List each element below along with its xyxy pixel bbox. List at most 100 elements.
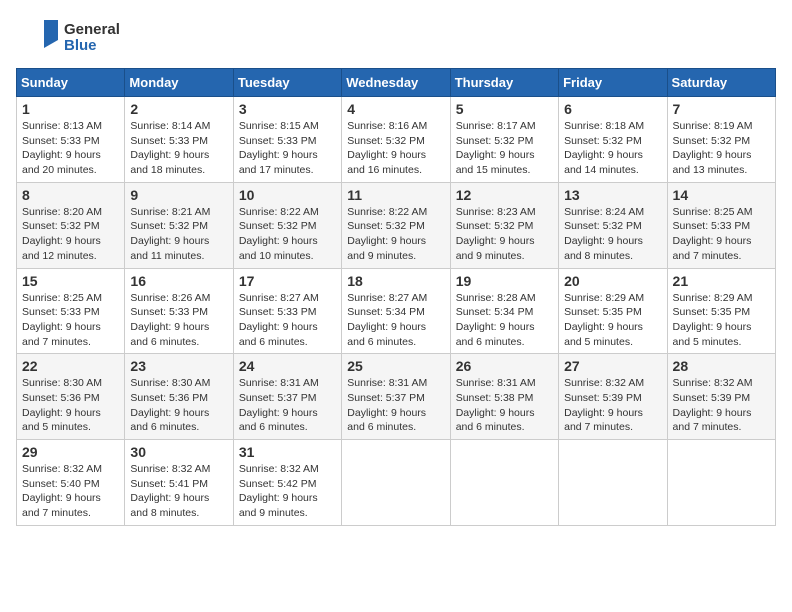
day-info: Sunrise: 8:24 AMSunset: 5:32 PMDaylight:… <box>564 205 661 264</box>
calendar-cell: 17 Sunrise: 8:27 AMSunset: 5:33 PMDayligh… <box>233 268 341 354</box>
day-info: Sunrise: 8:29 AMSunset: 5:35 PMDaylight:… <box>673 291 770 350</box>
calendar-table: SundayMondayTuesdayWednesdayThursdayFrid… <box>16 68 776 526</box>
day-info: Sunrise: 8:16 AMSunset: 5:32 PMDaylight:… <box>347 119 444 178</box>
day-number: 11 <box>347 187 444 203</box>
day-info: Sunrise: 8:19 AMSunset: 5:32 PMDaylight:… <box>673 119 770 178</box>
calendar-cell: 26 Sunrise: 8:31 AMSunset: 5:38 PMDayligh… <box>450 354 558 440</box>
calendar-cell: 3 Sunrise: 8:15 AMSunset: 5:33 PMDaylight… <box>233 97 341 183</box>
weekday-header-saturday: Saturday <box>667 69 775 97</box>
day-info: Sunrise: 8:32 AMSunset: 5:40 PMDaylight:… <box>22 462 119 521</box>
day-number: 20 <box>564 273 661 289</box>
day-info: Sunrise: 8:31 AMSunset: 5:37 PMDaylight:… <box>347 376 444 435</box>
calendar-week-4: 22 Sunrise: 8:30 AMSunset: 5:36 PMDayligh… <box>17 354 776 440</box>
day-info: Sunrise: 8:32 AMSunset: 5:39 PMDaylight:… <box>673 376 770 435</box>
weekday-header-friday: Friday <box>559 69 667 97</box>
page-header: GeneralBlue <box>16 16 776 60</box>
day-number: 27 <box>564 358 661 374</box>
day-number: 14 <box>673 187 770 203</box>
weekday-header-monday: Monday <box>125 69 233 97</box>
day-number: 31 <box>239 444 336 460</box>
day-number: 23 <box>130 358 227 374</box>
calendar-cell: 5 Sunrise: 8:17 AMSunset: 5:32 PMDaylight… <box>450 97 558 183</box>
calendar-cell: 19 Sunrise: 8:28 AMSunset: 5:34 PMDayligh… <box>450 268 558 354</box>
day-number: 7 <box>673 101 770 117</box>
day-info: Sunrise: 8:31 AMSunset: 5:38 PMDaylight:… <box>456 376 553 435</box>
calendar-cell: 20 Sunrise: 8:29 AMSunset: 5:35 PMDayligh… <box>559 268 667 354</box>
calendar-week-1: 1 Sunrise: 8:13 AMSunset: 5:33 PMDaylight… <box>17 97 776 183</box>
day-number: 3 <box>239 101 336 117</box>
calendar-cell <box>450 440 558 526</box>
day-number: 22 <box>22 358 119 374</box>
calendar-cell: 22 Sunrise: 8:30 AMSunset: 5:36 PMDayligh… <box>17 354 125 440</box>
day-number: 1 <box>22 101 119 117</box>
weekday-header-thursday: Thursday <box>450 69 558 97</box>
day-info: Sunrise: 8:25 AMSunset: 5:33 PMDaylight:… <box>673 205 770 264</box>
calendar-cell: 12Sunrise: 8:23 AMSunset: 5:32 PMDayligh… <box>450 182 558 268</box>
day-info: Sunrise: 8:27 AMSunset: 5:33 PMDaylight:… <box>239 291 336 350</box>
day-info: Sunrise: 8:13 AMSunset: 5:33 PMDaylight:… <box>22 119 119 178</box>
calendar-cell: 23 Sunrise: 8:30 AMSunset: 5:36 PMDayligh… <box>125 354 233 440</box>
calendar-cell: 2 Sunrise: 8:14 AMSunset: 5:33 PMDaylight… <box>125 97 233 183</box>
calendar-cell <box>667 440 775 526</box>
calendar-cell: 8Sunrise: 8:20 AMSunset: 5:32 PMDaylight… <box>17 182 125 268</box>
day-number: 10 <box>239 187 336 203</box>
day-info: Sunrise: 8:25 AMSunset: 5:33 PMDaylight:… <box>22 291 119 350</box>
day-number: 5 <box>456 101 553 117</box>
day-info: Sunrise: 8:31 AMSunset: 5:37 PMDaylight:… <box>239 376 336 435</box>
calendar-cell: 4 Sunrise: 8:16 AMSunset: 5:32 PMDaylight… <box>342 97 450 183</box>
calendar-cell: 25Sunrise: 8:31 AMSunset: 5:37 PMDayligh… <box>342 354 450 440</box>
day-number: 26 <box>456 358 553 374</box>
calendar-cell: 13 Sunrise: 8:24 AMSunset: 5:32 PMDayligh… <box>559 182 667 268</box>
calendar-week-5: 29 Sunrise: 8:32 AMSunset: 5:40 PMDayligh… <box>17 440 776 526</box>
calendar-cell: 15Sunrise: 8:25 AMSunset: 5:33 PMDayligh… <box>17 268 125 354</box>
calendar-cell: 16 Sunrise: 8:26 AMSunset: 5:33 PMDayligh… <box>125 268 233 354</box>
day-number: 2 <box>130 101 227 117</box>
weekday-header-wednesday: Wednesday <box>342 69 450 97</box>
logo: GeneralBlue <box>16 16 120 60</box>
calendar-week-3: 15Sunrise: 8:25 AMSunset: 5:33 PMDayligh… <box>17 268 776 354</box>
logo-blue: Blue <box>64 38 120 55</box>
calendar-cell: 14 Sunrise: 8:25 AMSunset: 5:33 PMDayligh… <box>667 182 775 268</box>
calendar-cell <box>559 440 667 526</box>
day-info: Sunrise: 8:21 AMSunset: 5:32 PMDaylight:… <box>130 205 227 264</box>
day-info: Sunrise: 8:32 AMSunset: 5:42 PMDaylight:… <box>239 462 336 521</box>
calendar-cell: 11Sunrise: 8:22 AMSunset: 5:32 PMDayligh… <box>342 182 450 268</box>
calendar-cell: 6Sunrise: 8:18 AMSunset: 5:32 PMDaylight… <box>559 97 667 183</box>
day-number: 4 <box>347 101 444 117</box>
day-info: Sunrise: 8:30 AMSunset: 5:36 PMDaylight:… <box>130 376 227 435</box>
day-info: Sunrise: 8:15 AMSunset: 5:33 PMDaylight:… <box>239 119 336 178</box>
calendar-cell: 29 Sunrise: 8:32 AMSunset: 5:40 PMDayligh… <box>17 440 125 526</box>
calendar-cell: 30Sunrise: 8:32 AMSunset: 5:41 PMDayligh… <box>125 440 233 526</box>
day-number: 21 <box>673 273 770 289</box>
calendar-cell: 24 Sunrise: 8:31 AMSunset: 5:37 PMDayligh… <box>233 354 341 440</box>
calendar-cell: 28Sunrise: 8:32 AMSunset: 5:39 PMDayligh… <box>667 354 775 440</box>
calendar-cell: 21 Sunrise: 8:29 AMSunset: 5:35 PMDayligh… <box>667 268 775 354</box>
calendar-cell: 18Sunrise: 8:27 AMSunset: 5:34 PMDayligh… <box>342 268 450 354</box>
logo-icon <box>16 16 60 60</box>
day-number: 16 <box>130 273 227 289</box>
day-number: 19 <box>456 273 553 289</box>
day-info: Sunrise: 8:30 AMSunset: 5:36 PMDaylight:… <box>22 376 119 435</box>
logo-general: General <box>64 22 120 39</box>
day-number: 17 <box>239 273 336 289</box>
day-info: Sunrise: 8:23 AMSunset: 5:32 PMDaylight:… <box>456 205 553 264</box>
day-number: 9 <box>130 187 227 203</box>
day-number: 8 <box>22 187 119 203</box>
day-info: Sunrise: 8:14 AMSunset: 5:33 PMDaylight:… <box>130 119 227 178</box>
calendar-cell: 10 Sunrise: 8:22 AMSunset: 5:32 PMDayligh… <box>233 182 341 268</box>
day-info: Sunrise: 8:17 AMSunset: 5:32 PMDaylight:… <box>456 119 553 178</box>
calendar-header: SundayMondayTuesdayWednesdayThursdayFrid… <box>17 69 776 97</box>
calendar-cell: 27 Sunrise: 8:32 AMSunset: 5:39 PMDayligh… <box>559 354 667 440</box>
calendar-cell: 1 Sunrise: 8:13 AMSunset: 5:33 PMDaylight… <box>17 97 125 183</box>
day-info: Sunrise: 8:29 AMSunset: 5:35 PMDaylight:… <box>564 291 661 350</box>
day-info: Sunrise: 8:32 AMSunset: 5:39 PMDaylight:… <box>564 376 661 435</box>
day-number: 29 <box>22 444 119 460</box>
day-number: 6 <box>564 101 661 117</box>
day-info: Sunrise: 8:22 AMSunset: 5:32 PMDaylight:… <box>239 205 336 264</box>
day-number: 24 <box>239 358 336 374</box>
day-info: Sunrise: 8:28 AMSunset: 5:34 PMDaylight:… <box>456 291 553 350</box>
day-info: Sunrise: 8:26 AMSunset: 5:33 PMDaylight:… <box>130 291 227 350</box>
calendar-cell: 31 Sunrise: 8:32 AMSunset: 5:42 PMDayligh… <box>233 440 341 526</box>
day-number: 13 <box>564 187 661 203</box>
calendar-cell: 7 Sunrise: 8:19 AMSunset: 5:32 PMDaylight… <box>667 97 775 183</box>
